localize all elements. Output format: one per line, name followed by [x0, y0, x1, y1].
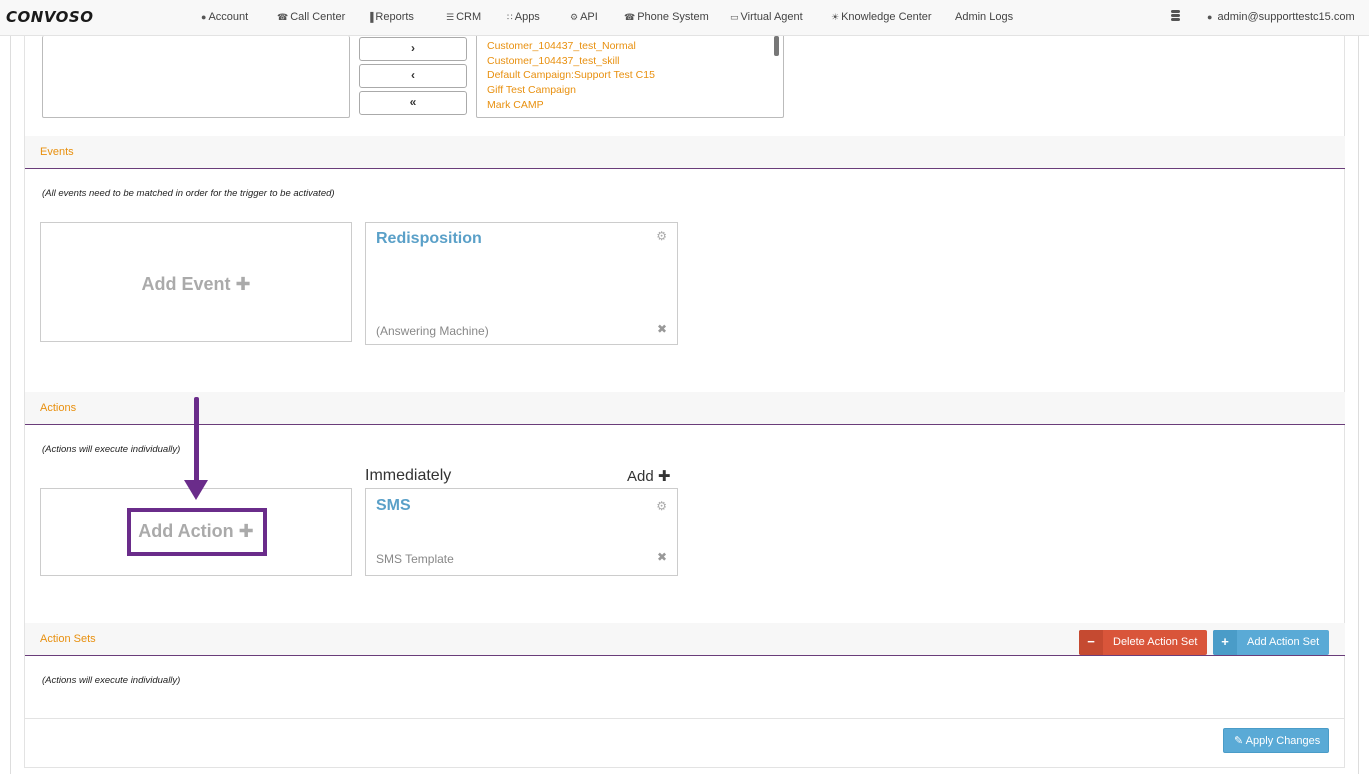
grid-icon: ∷: [507, 12, 513, 22]
action-card-subtitle: SMS Template: [376, 552, 454, 566]
event-card-subtitle: (Answering Machine): [376, 324, 489, 338]
actions-section-header: Actions: [25, 392, 1345, 425]
nav-user-menu[interactable]: ● admin@supporttestc15.com: [1207, 11, 1355, 23]
list-item[interactable]: Customer_104437_test_Normal: [487, 40, 636, 52]
action-sets-hint: (Actions will execute individually): [42, 675, 181, 686]
list-scrollbar[interactable]: [774, 36, 779, 56]
action-timing-label: Immediately: [365, 467, 452, 484]
action-card-title[interactable]: SMS: [376, 497, 411, 515]
event-card-redisposition[interactable]: Redisposition ⚙ (Answering Machine) ✖: [365, 222, 678, 345]
monitor-icon: ▭: [730, 12, 739, 22]
convoso-logo[interactable]: CONVOSO: [6, 8, 93, 26]
lightbulb-icon: ☀: [831, 12, 840, 22]
plus-icon: +: [1213, 630, 1237, 655]
apply-changes-label: ✎ Apply Changes: [1234, 735, 1321, 747]
nav-reports[interactable]: ▐ Reports: [367, 11, 414, 23]
nav-account[interactable]: ● Account: [201, 11, 248, 23]
list-item[interactable]: Customer_104437_test_skill: [487, 55, 620, 67]
list-item[interactable]: Giff Test Campaign: [487, 84, 576, 96]
available-campaigns-list[interactable]: [42, 36, 350, 118]
event-card-title[interactable]: Redisposition: [376, 230, 482, 248]
top-navbar: CONVOSO ● Account ☎ Call Center ▐ Reports ☰…: [0, 0, 1369, 36]
gear-icon[interactable]: ⚙: [656, 499, 667, 513]
add-event-label: Add Event ✚: [141, 274, 251, 294]
list-icon: ☰: [446, 12, 455, 22]
nav-phone-system[interactable]: ☎ Phone System: [624, 11, 709, 23]
nav-crm[interactable]: ☰ CRM: [446, 11, 481, 23]
events-hint: (All events need to be matched in order …: [42, 188, 335, 199]
annotation-arrow-head: [184, 480, 208, 500]
move-all-left-button[interactable]: «: [359, 91, 467, 115]
nav-admin-logs[interactable]: Admin Logs: [955, 11, 1013, 23]
section-title: Events: [40, 146, 74, 158]
annotation-arrow-shaft: [194, 397, 199, 483]
list-item[interactable]: Default Campaign:Support Test C15: [487, 69, 655, 81]
delete-action-set-button[interactable]: − Delete Action Set: [1079, 630, 1207, 655]
close-icon[interactable]: ✖: [657, 550, 667, 564]
nav-knowledge-center[interactable]: ☀ Knowledge Center: [831, 11, 932, 23]
section-title: Action Sets: [40, 633, 96, 645]
selected-campaigns-list[interactable]: Customer_104437_test_Normal Customer_104…: [476, 36, 784, 118]
nav-api[interactable]: ⚙ API: [570, 11, 598, 23]
divider: [25, 718, 1345, 719]
user-icon: ●: [1207, 12, 1213, 22]
events-section-header: Events: [25, 136, 1345, 169]
close-icon[interactable]: ✖: [657, 322, 667, 336]
nav-apps[interactable]: ∷ Apps: [507, 11, 540, 23]
add-event-box[interactable]: Add Event ✚: [40, 222, 352, 342]
bar-chart-icon: ▐: [367, 12, 374, 22]
list-item[interactable]: Mark CAMP: [487, 99, 544, 111]
phone-icon: ☎: [624, 12, 636, 22]
apply-changes-button[interactable]: ✎ Apply Changes: [1223, 728, 1329, 753]
user-icon: ●: [201, 12, 207, 22]
gear-icon: ⚙: [570, 12, 579, 22]
move-right-button[interactable]: ›: [359, 37, 467, 61]
phone-icon: ☎: [277, 12, 289, 22]
move-left-button[interactable]: ‹: [359, 64, 467, 88]
annotation-highlight-box: [127, 508, 267, 556]
database-icon[interactable]: [1171, 10, 1180, 23]
action-card-sms[interactable]: SMS ⚙ SMS Template ✖: [365, 488, 678, 576]
nav-call-center[interactable]: ☎ Call Center: [277, 11, 345, 23]
add-action-link[interactable]: Add ✚: [627, 467, 670, 485]
section-title: Actions: [40, 402, 77, 414]
minus-icon: −: [1079, 630, 1103, 655]
actions-hint: (Actions will execute individually): [42, 444, 181, 455]
nav-virtual-agent[interactable]: ▭ Virtual Agent: [730, 11, 803, 23]
add-action-set-button[interactable]: + Add Action Set: [1213, 630, 1329, 655]
gear-icon[interactable]: ⚙: [656, 229, 667, 243]
edit-icon: ✎: [1234, 735, 1244, 747]
